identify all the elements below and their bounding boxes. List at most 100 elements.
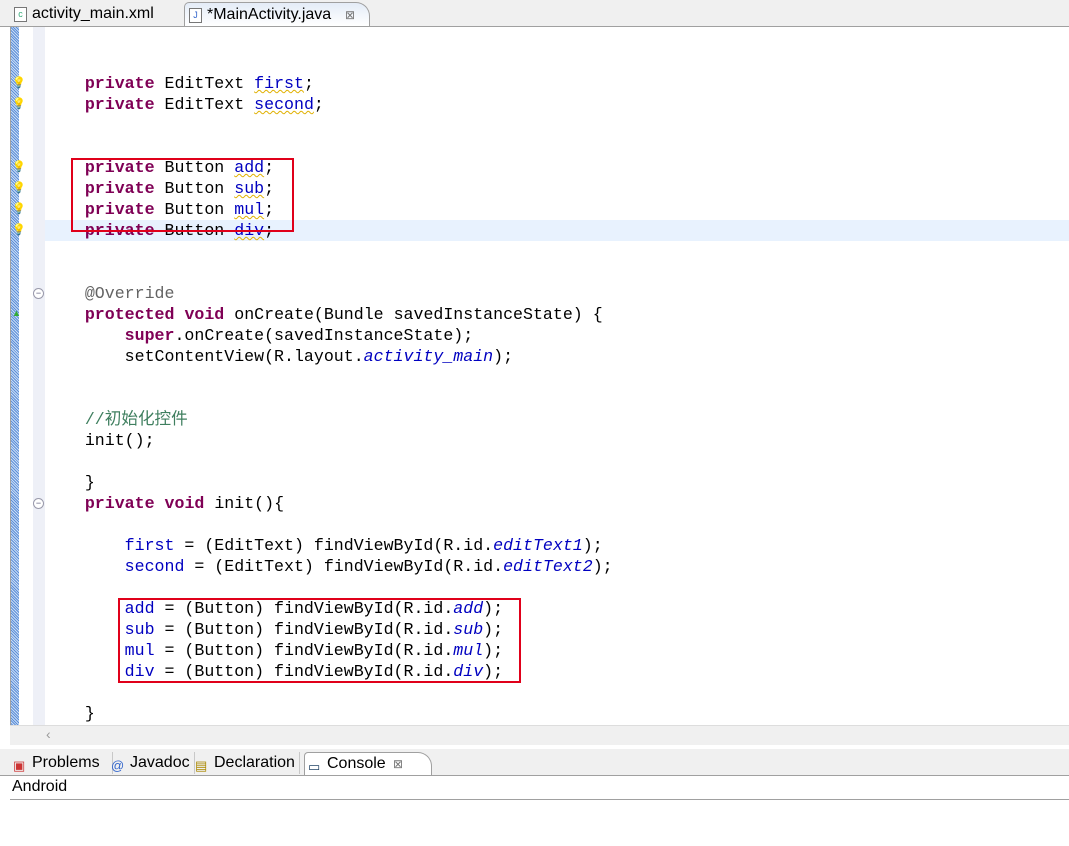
close-console-icon[interactable]: ⊠: [393, 753, 403, 775]
code-token: editText2: [503, 557, 593, 576]
code-token: void: [164, 494, 205, 513]
code-token: );: [582, 536, 603, 555]
code-token: }: [45, 473, 95, 492]
code-line[interactable]: //初始化控件: [45, 409, 188, 430]
code-token: onCreate(Bundle savedInstanceState) {: [224, 305, 603, 324]
tab-label: *MainActivity.java: [207, 6, 332, 23]
code-token: = (EditText) findViewById(R.id.: [184, 557, 504, 576]
xml-file-icon: c: [14, 7, 27, 22]
code-line[interactable]: protected void onCreate(Bundle savedInst…: [45, 304, 603, 325]
console-label: Android: [12, 778, 68, 795]
horizontal-scrollbar[interactable]: ‹: [10, 725, 1069, 745]
code-token: EditText: [154, 74, 255, 93]
tab-label: Javadoc: [130, 754, 190, 771]
code-line[interactable]: }: [45, 472, 95, 493]
fold-toggle-icon[interactable]: −: [33, 498, 44, 509]
code-line[interactable]: }: [45, 703, 95, 724]
warning-marker-icon[interactable]: 💡: [12, 98, 26, 111]
code-token: ;: [303, 74, 314, 93]
code-token: first: [254, 74, 304, 93]
override-indicator-icon[interactable]: ▲: [12, 307, 25, 320]
warning-marker-icon[interactable]: 💡: [12, 224, 26, 237]
tab-main-activity-java[interactable]: J *MainActivity.java ⊠: [184, 2, 370, 26]
code-line[interactable]: second = (EditText) findViewById(R.id.ed…: [45, 556, 613, 577]
tab-problems[interactable]: ▣ Problems: [10, 752, 113, 774]
editor-tab-bar: c activity_main.xml J *MainActivity.java…: [0, 0, 1069, 27]
code-token: editText1: [493, 536, 583, 555]
warning-marker-icon[interactable]: 💡: [12, 77, 26, 90]
code-line[interactable]: @Override: [45, 283, 175, 304]
code-token: first: [124, 536, 175, 555]
code-token: private: [84, 494, 155, 513]
console-panel: Android: [0, 776, 1069, 846]
console-icon: ▭: [308, 759, 321, 774]
code-token: private: [84, 74, 155, 93]
at-icon: @: [111, 758, 125, 773]
highlight-box-declarations: [71, 158, 294, 232]
divider: [10, 799, 1069, 800]
warning-marker-icon[interactable]: 💡: [12, 161, 26, 174]
code-line[interactable]: first = (EditText) findViewById(R.id.edi…: [45, 535, 603, 556]
code-token: = (EditText) findViewById(R.id.: [174, 536, 494, 555]
close-tab-icon[interactable]: ⊠: [345, 3, 355, 27]
code-line[interactable]: setContentView(R.layout.activity_main);: [45, 346, 513, 367]
problems-icon: ▣: [13, 758, 26, 773]
code-token: //初始化控件: [84, 410, 188, 429]
tab-activity-main-xml[interactable]: c activity_main.xml: [0, 2, 180, 26]
tab-label: Problems: [32, 754, 100, 771]
code-token: init(){: [204, 494, 285, 513]
tab-declaration[interactable]: ▤ Declaration: [192, 752, 300, 774]
folding-ruler: [33, 27, 45, 727]
warning-marker-icon[interactable]: 💡: [12, 182, 26, 195]
java-file-icon: J: [189, 8, 202, 23]
code-line[interactable]: init();: [45, 430, 155, 451]
warning-marker-icon[interactable]: 💡: [12, 203, 26, 216]
overview-ruler: [11, 27, 19, 727]
code-token: EditText: [154, 95, 255, 114]
tab-javadoc[interactable]: @ Javadoc: [108, 752, 195, 774]
tab-label: Declaration: [214, 754, 295, 771]
code-token: protected: [84, 305, 175, 324]
code-token: second: [254, 95, 314, 114]
bottom-panel-tabs: ▣ Problems @ Javadoc ▤ Declaration ▭ Console…: [0, 749, 1069, 776]
code-token: ;: [313, 95, 324, 114]
tab-label: activity_main.xml: [32, 5, 154, 22]
code-token: second: [124, 557, 185, 576]
code-line[interactable]: private EditText second;: [45, 94, 324, 115]
code-line[interactable]: super.onCreate(savedInstanceState);: [45, 325, 474, 346]
code-token: setContentView(R.layout.: [45, 347, 364, 366]
code-token: }: [45, 704, 95, 723]
code-token: );: [592, 557, 613, 576]
declaration-icon: ▤: [195, 758, 208, 773]
highlight-box-init: [118, 598, 521, 683]
code-token: .onCreate(savedInstanceState);: [174, 326, 474, 345]
code-token: super: [124, 326, 175, 345]
code-line[interactable]: private EditText first;: [45, 73, 314, 94]
scroll-left-icon[interactable]: ‹: [46, 726, 51, 742]
code-token: activity_main: [363, 347, 494, 366]
code-token: private: [84, 95, 155, 114]
tab-label: Console: [327, 755, 386, 772]
code-line[interactable]: private void init(){: [45, 493, 284, 514]
code-token: void: [184, 305, 225, 324]
code-token: init();: [45, 431, 155, 450]
code-token: );: [493, 347, 514, 366]
code-token: @Override: [84, 284, 175, 303]
fold-toggle-icon[interactable]: −: [33, 288, 44, 299]
tab-console[interactable]: ▭ Console ⊠: [304, 752, 432, 775]
